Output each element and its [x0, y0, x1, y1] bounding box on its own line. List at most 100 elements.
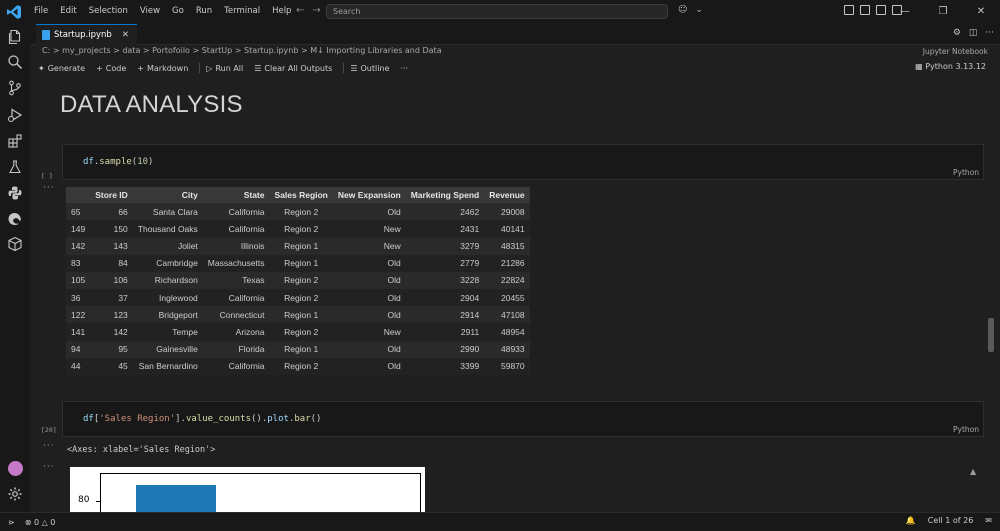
table-cell: 142 [90, 323, 133, 341]
cell-language-label[interactable]: Python [953, 425, 979, 434]
table-cell: 21286 [484, 254, 530, 272]
column-header: Sales Region [269, 187, 333, 203]
breadcrumb[interactable]: C: > my_projects > data > Portofoilo > S… [42, 46, 442, 60]
table-cell: Region 2 [269, 288, 333, 307]
column-header: State [202, 187, 270, 203]
extensions-icon[interactable] [7, 133, 23, 149]
cell-position[interactable]: Cell 1 of 26 [928, 516, 974, 525]
code-line[interactable]: df.sample(10) [83, 157, 153, 167]
add-markdown-button[interactable]: + Markdown [137, 64, 188, 73]
close-icon[interactable]: ✕ [962, 0, 1000, 23]
package-cube-icon[interactable] [7, 236, 23, 252]
table-cell: California [202, 288, 270, 307]
source-control-icon[interactable] [7, 80, 23, 96]
notebook-type-label[interactable]: Jupyter Notebook [923, 47, 988, 56]
minimize-icon[interactable]: — [886, 0, 924, 23]
add-code-button[interactable]: + Code [96, 64, 126, 73]
toggle-secondary-sidebar-icon[interactable] [876, 5, 886, 15]
bell-icon[interactable]: 🔔 [906, 516, 916, 525]
activity-bar [0, 23, 30, 512]
run-all-label: Run All [215, 63, 244, 73]
code-label: Code [105, 63, 127, 73]
table-cell: Santa Clara [132, 203, 203, 221]
kernel-version: Python 3.13.12 [925, 62, 986, 71]
tab-close-icon[interactable]: ✕ [122, 30, 129, 40]
vscode-logo-icon[interactable] [6, 4, 22, 20]
plus-icon: + [137, 63, 144, 73]
table-cell: Illinois [202, 237, 270, 255]
outline-button[interactable]: ☰ Outline [350, 64, 389, 73]
problems-indicator[interactable]: ⊗ 0 △ 0 [25, 518, 56, 527]
chevron-down-icon[interactable]: ⌄ [695, 5, 703, 15]
menu-run[interactable]: Run [190, 0, 218, 23]
split-editor-icon[interactable]: ◫ [969, 28, 978, 38]
code-cell-plot[interactable]: df['Sales Region'].value_counts().plot.b… [62, 401, 984, 437]
table-cell: 65 [66, 203, 91, 221]
table-cell: 2990 [405, 340, 485, 358]
menu-selection[interactable]: Selection [83, 0, 134, 23]
explorer-icon[interactable] [7, 29, 23, 45]
cell-language-label[interactable]: Python [953, 168, 979, 177]
table-row: 83 84 Cambridge Massachusetts Region 1 Old 277… [66, 254, 530, 272]
back-arrow-icon[interactable]: ← [296, 5, 304, 16]
toggle-panel-icon[interactable] [860, 5, 870, 15]
run-all-button[interactable]: ▷ Run All [206, 64, 243, 73]
table-cell: 40141 [484, 220, 530, 238]
scroll-up-icon[interactable]: ▲ [970, 467, 976, 476]
python-icon[interactable] [7, 185, 23, 201]
more-actions-icon[interactable]: ··· [985, 28, 994, 38]
table-cell: 150 [90, 220, 133, 238]
y-tick-mark [96, 501, 100, 502]
remote-icon[interactable]: ⋗ [8, 518, 15, 527]
code-cell-sample[interactable]: df.sample(10) Python [62, 144, 984, 180]
toolbar-more-button[interactable]: ··· [400, 64, 408, 73]
edge-browser-icon[interactable] [7, 211, 23, 227]
copilot-icon[interactable]: ☺ [678, 5, 687, 15]
output-more-icon[interactable]: ··· [43, 183, 55, 193]
output-more-icon[interactable]: ··· [43, 441, 55, 451]
execution-count: [20] [41, 426, 57, 434]
menu-terminal[interactable]: Terminal [218, 0, 266, 23]
outline-icon: ☰ [350, 63, 358, 73]
tab-label: Startup.ipynb [54, 30, 112, 40]
table-header-row: Store ID City State Sales Region New Expansi… [66, 187, 530, 203]
output-more-icon[interactable]: ··· [43, 462, 55, 472]
table-cell: California [202, 220, 270, 238]
table-cell: Region 2 [269, 220, 333, 238]
toggle-primary-sidebar-icon[interactable] [844, 5, 854, 15]
menu-go[interactable]: Go [166, 0, 190, 23]
gear-icon[interactable]: ⚙ [953, 28, 961, 38]
restore-icon[interactable]: ❐ [924, 0, 962, 23]
table-cell: California [202, 203, 270, 221]
clear-all-outputs-button[interactable]: ☰ Clear All Outputs [254, 64, 332, 73]
accounts-avatar[interactable] [8, 461, 23, 476]
column-header [66, 187, 91, 203]
code-line[interactable]: df['Sales Region'].value_counts().plot.b… [83, 414, 321, 424]
editor-scrollbar[interactable] [988, 318, 994, 352]
table-cell: 83 [66, 254, 91, 272]
generate-button[interactable]: ✦ Generate [38, 64, 85, 73]
table-row: 44 45 San Bernardino California Region 2 Old 3… [66, 357, 530, 375]
forward-arrow-icon[interactable]: → [312, 5, 320, 16]
command-center-search[interactable]: Search [326, 4, 668, 19]
search-icon[interactable] [7, 54, 23, 70]
menu-view[interactable]: View [134, 0, 166, 23]
menu-file[interactable]: File [28, 0, 54, 23]
notifications-icon[interactable]: ✉ [985, 516, 992, 525]
editor-actions: ⚙ ◫ ··· [953, 28, 994, 38]
tab-startup-notebook[interactable]: Startup.ipynb ✕ [36, 24, 137, 45]
toolbar-divider [343, 63, 345, 73]
y-tick-label: 80 [78, 495, 90, 505]
table-cell: Florida [202, 340, 270, 358]
table-cell: New [332, 237, 406, 255]
generate-label: Generate [47, 63, 86, 73]
menu-bar: File Edit Selection View Go Run Terminal… [28, 0, 297, 23]
kernel-picker[interactable]: ▦ Python 3.13.12 [915, 62, 986, 71]
markdown-heading: DATA ANALYSIS [60, 91, 243, 118]
testing-flask-icon[interactable] [7, 159, 23, 175]
settings-gear-icon[interactable] [7, 486, 23, 502]
table-cell: Bridgeport [132, 306, 203, 324]
menu-edit[interactable]: Edit [54, 0, 82, 23]
run-debug-icon[interactable] [7, 107, 23, 123]
menu-help[interactable]: Help [266, 0, 297, 23]
